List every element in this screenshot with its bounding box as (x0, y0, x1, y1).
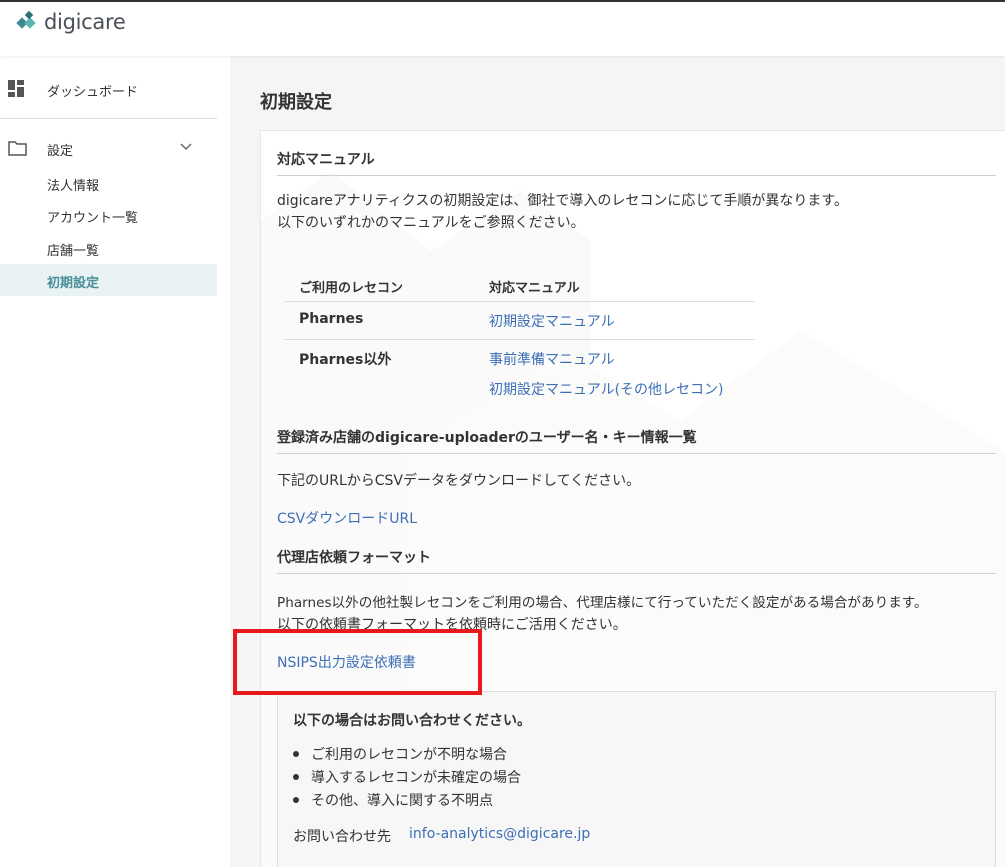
list-item-text: その他、導入に関する不明点 (311, 793, 493, 809)
table-cell-recekon: Pharnes以外 (299, 352, 392, 368)
page-title: 初期設定 (260, 92, 332, 113)
dashboard-icon (8, 80, 24, 97)
sidebar-subitem-corporate-info[interactable]: 法人情報 (47, 175, 99, 194)
manual-intro-line2: 以下のいずれかのマニュアルをご参照ください。 (277, 215, 585, 231)
contact-label: お問い合わせ先 (293, 829, 391, 845)
table-header-manual: 対応マニュアル (489, 281, 580, 296)
nsips-request-form-link[interactable]: NSIPS出力設定依頼書 (277, 652, 416, 672)
sidebar-item-label: ダッシュボード (47, 85, 139, 100)
bullet-icon (293, 751, 299, 757)
sidebar-subitem-store-list[interactable]: 店舗一覧 (47, 240, 99, 259)
brand-name: digicare (44, 10, 126, 34)
list-item-text: ご利用のレセコンが不明な場合 (311, 747, 507, 763)
uploader-text: 下記のURLからCSVデータをダウンロードしてください。 (277, 473, 641, 489)
agency-text-line1: Pharnes以外の他社製レセコンをご利用の場合、代理店様にて行っていただく設定… (277, 595, 928, 611)
contact-email-link[interactable]: info-analytics@digicare.jp (409, 826, 590, 842)
section-title-uploader: 登録済み店舗のdigicare-uploaderのユーザー名・キー情報一覧 (277, 430, 697, 446)
preparation-manual-link[interactable]: 事前準備マニュアル (489, 349, 615, 369)
chevron-down-icon (180, 143, 192, 151)
initial-setup-manual-link[interactable]: 初期設定マニュアル (489, 311, 615, 331)
sidebar-subitem-initial-settings[interactable]: 初期設定 (0, 264, 217, 296)
section-divider (277, 453, 996, 454)
table-divider (285, 301, 755, 302)
main-content: 初期設定 対応マニュアル digicareアナリティクスの初期設定は、御社で導入… (230, 56, 1005, 867)
contact-callout: 以下の場合はお問い合わせください。 ご利用のレセコンが不明な場合 導入するレセコ… (277, 691, 996, 867)
sidebar: ダッシュボード 設定 法人情報 アカウント一覧 店舗一覧 初期設定 (0, 56, 230, 867)
logo[interactable]: digicare (16, 10, 126, 34)
table-divider (285, 339, 755, 340)
section-title-manual: 対応マニュアル (277, 152, 375, 168)
manual-intro-line1: digicareアナリティクスの初期設定は、御社で導入のレセコンに応じて手順が異… (277, 193, 848, 209)
logo-icon (16, 11, 36, 29)
list-item: ご利用のレセコンが不明な場合 (293, 744, 507, 764)
bullet-icon (293, 797, 299, 803)
sidebar-item-settings[interactable]: 設定 (0, 138, 217, 162)
section-divider (277, 573, 996, 574)
sidebar-divider (0, 118, 217, 119)
csv-download-link[interactable]: CSVダウンロードURL (277, 508, 417, 528)
content-card: 対応マニュアル digicareアナリティクスの初期設定は、御社で導入のレセコン… (260, 130, 1005, 867)
section-divider (277, 175, 996, 176)
initial-setup-manual-other-link[interactable]: 初期設定マニュアル(その他レセコン) (489, 379, 724, 399)
folder-icon (8, 141, 27, 156)
list-item: その他、導入に関する不明点 (293, 790, 493, 810)
sidebar-item-label: 設定 (47, 144, 74, 159)
agency-text-line2: 以下の依頼書フォーマットを依頼時にご活用ください。 (277, 617, 627, 633)
table-cell-recekon: Pharnes (299, 311, 364, 327)
sidebar-item-dashboard[interactable]: ダッシュボード (0, 80, 217, 122)
section-title-agency: 代理店依頼フォーマット (277, 550, 431, 566)
table-header-recekon: ご利用のレセコン (299, 281, 404, 296)
list-item-text: 導入するレセコンが未確定の場合 (311, 770, 521, 786)
list-item: 導入するレセコンが未確定の場合 (293, 767, 521, 787)
callout-title: 以下の場合はお問い合わせください。 (293, 713, 531, 729)
sidebar-item-label: 初期設定 (47, 276, 100, 291)
top-bar: digicare (0, 0, 1005, 56)
bullet-icon (293, 774, 299, 780)
sidebar-subitem-account-list[interactable]: アカウント一覧 (47, 207, 138, 226)
